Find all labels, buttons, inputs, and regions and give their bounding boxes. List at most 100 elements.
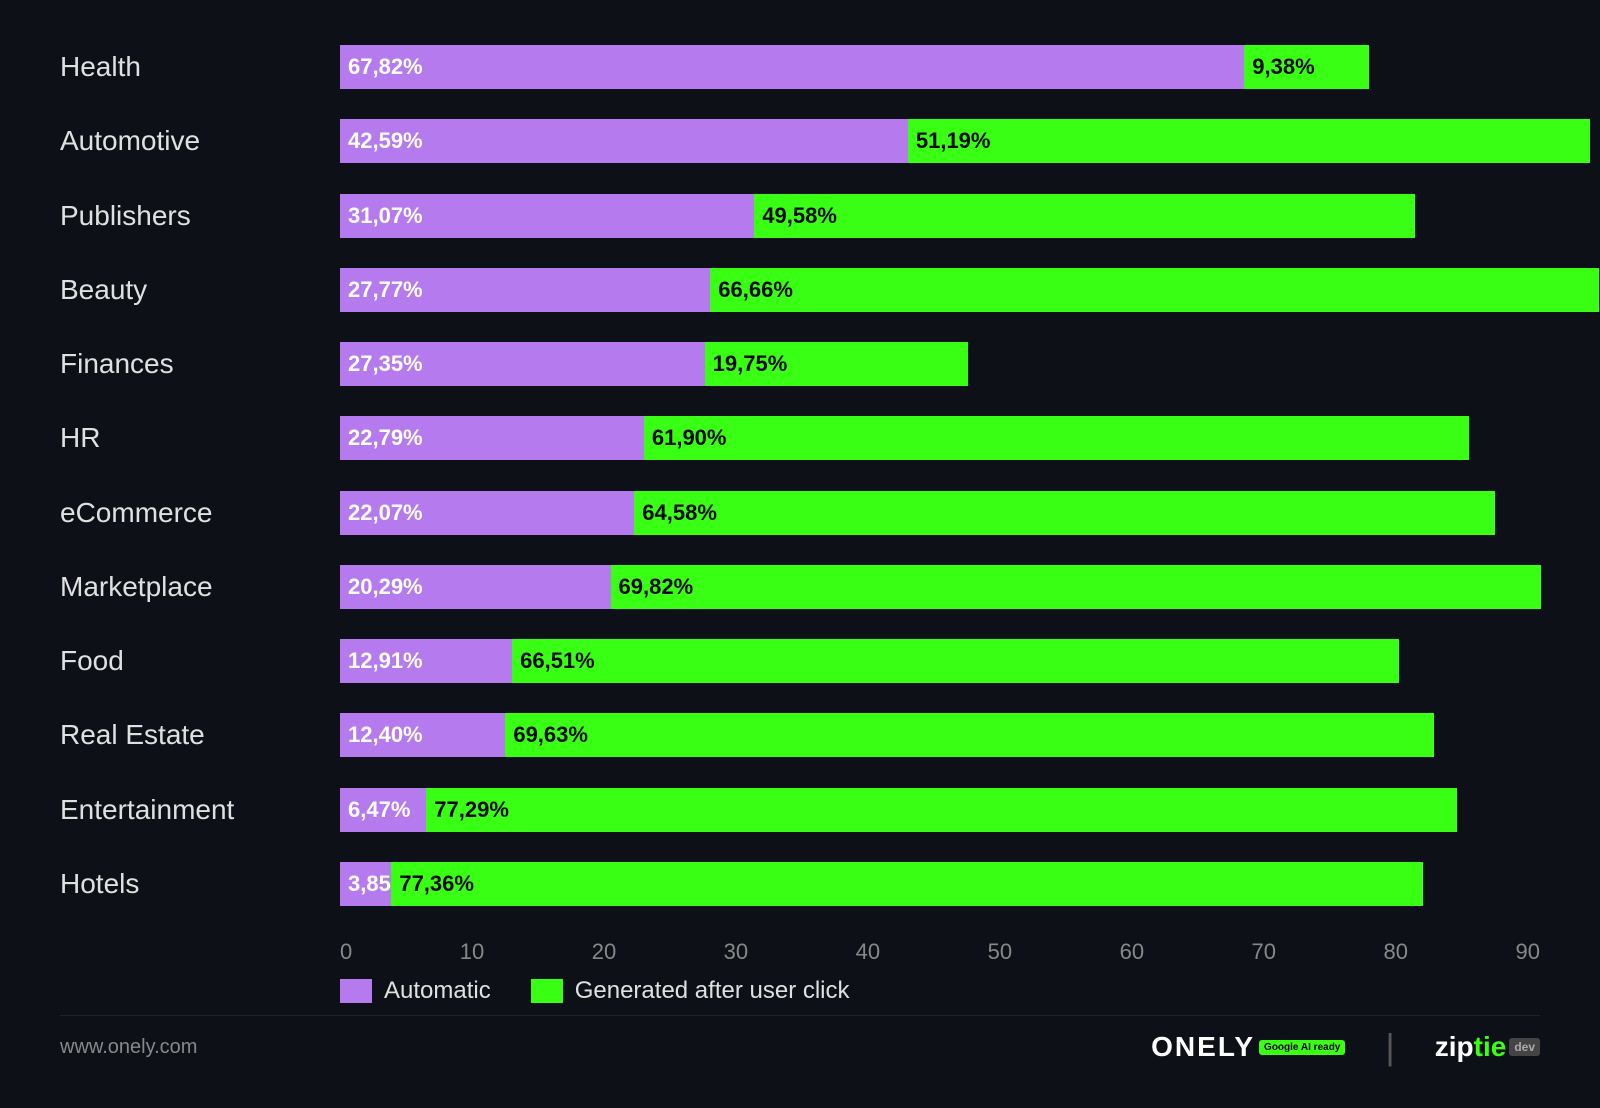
bar-label-green-4: 19,75% (713, 351, 788, 377)
legend-label-automatic: Automatic (384, 977, 491, 1005)
bar-purple-7: 20,29% (340, 565, 611, 609)
bar-label-purple-3: 27,77% (348, 277, 423, 303)
axis-container: 0102030405060708090 (340, 931, 1540, 965)
bar-container-5: 22,79% 61,90% (340, 416, 1540, 460)
onely-logo: ONELY Google AI ready (1151, 1031, 1345, 1063)
google-badge: Google AI ready (1259, 1040, 1345, 1055)
bar-green-0: 9,38% (1244, 45, 1369, 89)
axis-label-60: 60 (1120, 939, 1144, 965)
bar-green-2: 49,58% (754, 194, 1415, 238)
chart-row-health: Health 67,82% 9,38% (60, 38, 1540, 96)
axis-labels: 0102030405060708090 (340, 939, 1540, 965)
bar-green-5: 61,90% (644, 416, 1469, 460)
bar-purple-11: 3,85% (340, 862, 391, 906)
row-label-6: eCommerce (60, 497, 340, 529)
zip-text: zip (1435, 1031, 1474, 1063)
bar-label-green-7: 69,82% (619, 574, 694, 600)
bar-green-1: 51,19% (908, 119, 1591, 163)
chart-row-automotive: Automotive42,59%51,19% (60, 112, 1540, 170)
onely-text: ONELY (1151, 1031, 1255, 1063)
bar-label-green-11: 77,36% (399, 871, 474, 897)
row-label-8: Food (60, 645, 340, 677)
bar-container-1: 42,59%51,19% (340, 119, 1540, 163)
bar-container-10: 6,47% 77,29% (340, 788, 1540, 832)
bar-green-4: 19,75% (705, 342, 968, 386)
bar-container-8: 12,91% 66,51% (340, 639, 1540, 683)
footer-url: www.onely.com (60, 1036, 197, 1059)
bar-purple-10: 6,47% (340, 788, 426, 832)
bar-container-2: 31,07% 49,58% (340, 194, 1540, 238)
bar-purple-9: 12,40% (340, 713, 505, 757)
bar-green-10: 77,29% (426, 788, 1457, 832)
bar-green-3: 66,66% (710, 268, 1599, 312)
bar-container-4: 27,35% 19,75% (340, 342, 1540, 386)
axis-label-90: 90 (1515, 939, 1539, 965)
row-label-10: Entertainment (60, 794, 340, 826)
bar-container-7: 20,29% 69,82% (340, 565, 1540, 609)
bar-purple-1: 42,59% (340, 119, 908, 163)
legend-container: Automatic Generated after user click (340, 965, 1540, 1015)
row-label-4: Finances (60, 348, 340, 380)
bar-container-9: 12,40% 69,63% (340, 713, 1540, 757)
bar-label-green-6: 64,58% (642, 500, 717, 526)
bar-label-purple-4: 27,35% (348, 351, 423, 377)
legend-generated: Generated after user click (531, 977, 850, 1005)
legend-automatic: Automatic (340, 977, 491, 1005)
bar-label-purple-8: 12,91% (348, 648, 423, 674)
axis-label-10: 10 (460, 939, 484, 965)
axis-label-70: 70 (1252, 939, 1276, 965)
bar-label-green-10: 77,29% (434, 797, 509, 823)
bar-green-11: 77,36% (391, 862, 1422, 906)
bar-purple-6: 22,07% (340, 491, 634, 535)
bar-label-purple-0: 67,82% (348, 54, 423, 80)
bar-container-3: 27,77%66,66% (340, 268, 1540, 312)
axis-label-0: 0 (340, 939, 352, 965)
chart-row-entertainment: Entertainment 6,47% 77,29% (60, 781, 1540, 839)
axis-label-50: 50 (988, 939, 1012, 965)
bar-label-green-2: 49,58% (762, 203, 837, 229)
footer: www.onely.com ONELY Google AI ready | zi… (60, 1015, 1540, 1068)
bar-label-purple-2: 31,07% (348, 203, 423, 229)
bar-green-8: 66,51% (512, 639, 1399, 683)
legend-color-generated (531, 979, 563, 1003)
chart-row-marketplace: Marketplace20,29%69,82% (60, 558, 1540, 616)
axis-label-30: 30 (724, 939, 748, 965)
bar-purple-0: 67,82% (340, 45, 1244, 89)
axis-label-40: 40 (856, 939, 880, 965)
chart-rows: Health 67,82% 9,38% Automotive42,59%51,19% P… (60, 30, 1540, 931)
bar-green-9: 69,63% (505, 713, 1433, 757)
bar-label-green-0: 9,38% (1252, 54, 1314, 80)
row-label-11: Hotels (60, 868, 340, 900)
row-label-2: Publishers (60, 200, 340, 232)
bar-purple-5: 22,79% (340, 416, 644, 460)
bar-label-green-8: 66,51% (520, 648, 595, 674)
row-label-1: Automotive (60, 125, 340, 157)
row-label-5: HR (60, 422, 340, 454)
bar-label-green-9: 69,63% (513, 722, 588, 748)
bar-container-11: 3,85% 77,36% (340, 862, 1540, 906)
bar-purple-8: 12,91% (340, 639, 512, 683)
chart-row-hr: HR 22,79% 61,90% (60, 409, 1540, 467)
bar-label-purple-7: 20,29% (348, 574, 423, 600)
legend-label-generated: Generated after user click (575, 977, 850, 1005)
bar-purple-3: 27,77% (340, 268, 710, 312)
axis-label-80: 80 (1384, 939, 1408, 965)
bar-label-purple-1: 42,59% (348, 128, 423, 154)
row-label-0: Health (60, 51, 340, 83)
chart-row-hotels: Hotels3,85% 77,36% (60, 855, 1540, 913)
bar-label-purple-10: 6,47% (348, 797, 410, 823)
bar-green-6: 64,58% (634, 491, 1495, 535)
bar-label-purple-6: 22,07% (348, 500, 423, 526)
bar-purple-4: 27,35% (340, 342, 705, 386)
chart-row-beauty: Beauty27,77%66,66% (60, 261, 1540, 319)
ziptie-logo: zip tie dev (1435, 1031, 1540, 1063)
chart-row-food: Food 12,91% 66,51% (60, 632, 1540, 690)
dev-badge: dev (1509, 1038, 1540, 1056)
bar-label-purple-5: 22,79% (348, 425, 423, 451)
bar-label-green-5: 61,90% (652, 425, 727, 451)
chart-container: Health67,82%9,38%Automotive42,59%51,19%P… (0, 0, 1600, 1108)
row-label-9: Real Estate (60, 719, 340, 751)
chart-row-publishers: Publishers 31,07% 49,58% (60, 187, 1540, 245)
legend-color-automatic (340, 979, 372, 1003)
bar-container-6: 22,07% 64,58% (340, 491, 1540, 535)
